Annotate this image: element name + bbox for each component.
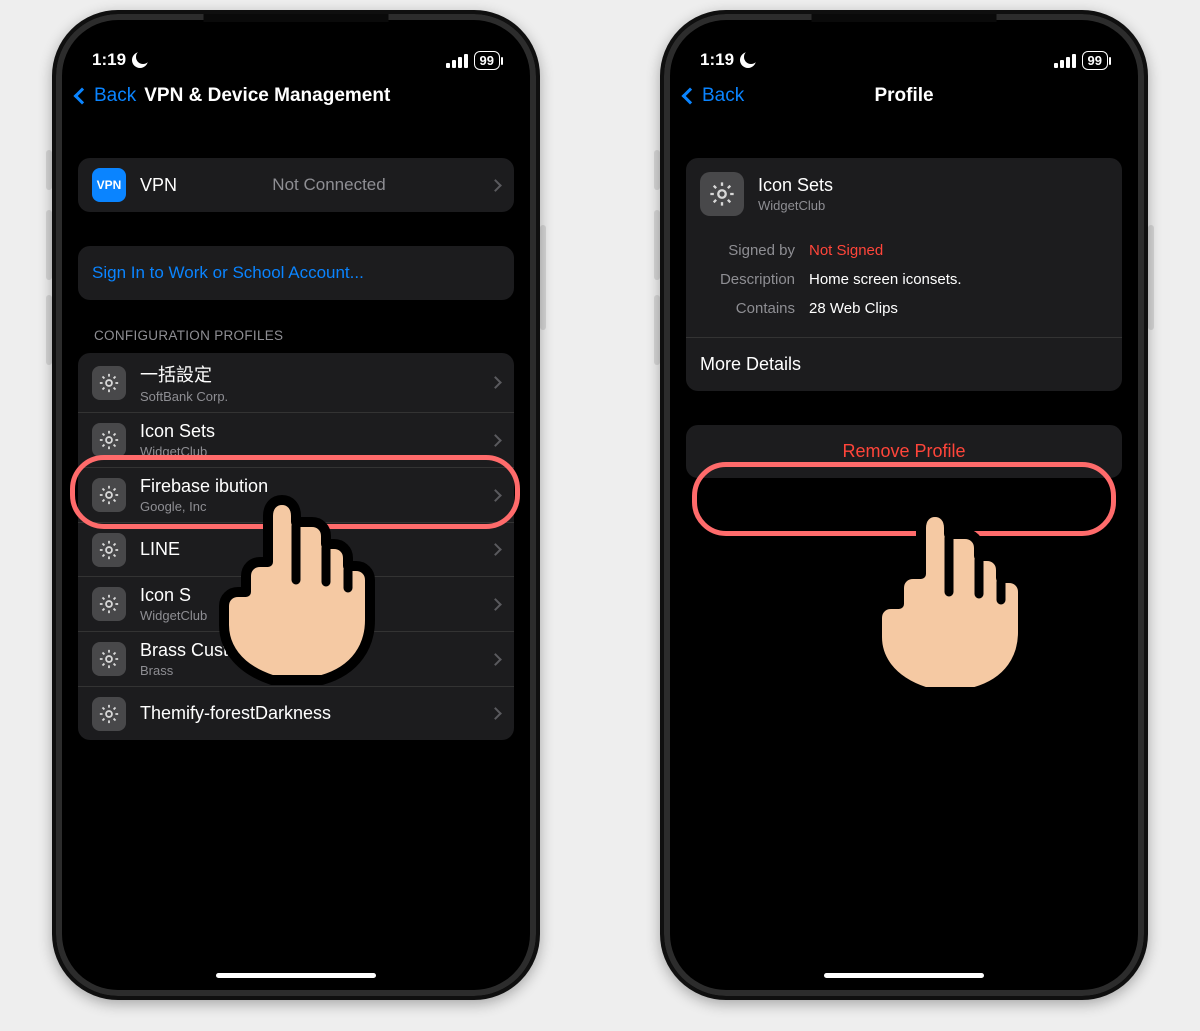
back-button[interactable]: Back — [76, 85, 136, 107]
chevron-right-icon — [489, 653, 502, 666]
more-details-label: More Details — [700, 354, 801, 375]
info-label: Contains — [700, 300, 795, 317]
battery-icon: 99 — [1082, 51, 1108, 70]
vpn-status: Not Connected — [272, 175, 385, 195]
chevron-right-icon — [489, 489, 502, 502]
chevron-left-icon — [682, 88, 699, 105]
profile-sub: Brass — [140, 663, 301, 678]
status-bar: 1:19 99 — [672, 22, 1136, 74]
status-time: 1:19 — [700, 50, 734, 70]
signal-icon — [1054, 54, 1076, 68]
chevron-right-icon — [489, 543, 502, 556]
profile-title: Icon Sets — [140, 421, 215, 442]
profile-title: Brass Custom Icons — [140, 640, 301, 661]
chevron-right-icon — [489, 434, 502, 447]
chevron-left-icon — [74, 88, 91, 105]
remove-profile-label: Remove Profile — [842, 441, 965, 461]
dnd-moon-icon — [132, 52, 148, 68]
phone-right: 1:19 99 Back Profile — [660, 10, 1148, 1000]
back-label: Back — [94, 85, 136, 107]
remove-profile-button[interactable]: Remove Profile — [686, 425, 1122, 478]
profile-row[interactable]: LINE — [78, 522, 514, 576]
profile-title: 一括設定 — [140, 361, 228, 387]
status-bar: 1:19 99 — [64, 22, 528, 74]
gear-icon — [92, 642, 126, 676]
profile-row[interactable]: 一括設定 SoftBank Corp. — [78, 353, 514, 412]
signal-icon — [446, 54, 468, 68]
profile-header: Icon Sets WidgetClub — [686, 158, 1122, 230]
phone-left: 1:19 99 Back VPN & Device Management — [52, 10, 540, 1000]
signin-row[interactable]: Sign In to Work or School Account... — [78, 246, 514, 300]
chevron-right-icon — [489, 179, 502, 192]
profile-row[interactable]: Firebase ibution Google, Inc — [78, 467, 514, 522]
profile-sub: WidgetClub — [758, 198, 833, 213]
profile-sub: Google, Inc — [140, 499, 268, 514]
profile-sub: WidgetClub — [140, 608, 207, 623]
profile-title: Firebase ibution — [140, 476, 268, 497]
info-label: Signed by — [700, 242, 795, 259]
profile-row[interactable]: Themify-forestDarkness — [78, 686, 514, 740]
home-indicator[interactable] — [216, 973, 376, 978]
side-button — [540, 225, 546, 330]
profile-sub: WidgetClub — [140, 444, 215, 459]
nav-bar: Back VPN & Device Management — [64, 74, 528, 124]
info-label: Description — [700, 271, 795, 288]
gear-icon — [92, 366, 126, 400]
status-time: 1:19 — [92, 50, 126, 70]
back-label: Back — [702, 85, 744, 107]
vpn-row[interactable]: VPN VPN Not Connected — [78, 158, 514, 212]
profile-row-iconsets[interactable]: Icon Sets WidgetClub — [78, 412, 514, 467]
profile-sub: SoftBank Corp. — [140, 389, 228, 404]
profile-info: Signed by Not Signed Description Home sc… — [686, 230, 1122, 337]
profile-title: LINE — [140, 539, 180, 560]
chevron-right-icon — [489, 376, 502, 389]
page-title: VPN & Device Management — [144, 85, 390, 107]
battery-icon: 99 — [474, 51, 500, 70]
info-value-contains: 28 Web Clips — [809, 300, 898, 317]
gear-icon — [92, 533, 126, 567]
back-button[interactable]: Back — [684, 85, 744, 107]
profile-row[interactable]: Icon S WidgetClub — [78, 576, 514, 631]
side-button — [1148, 225, 1154, 330]
profile-title: Themify-forestDarkness — [140, 703, 331, 724]
chevron-right-icon — [489, 707, 502, 720]
profile-title: Icon S — [140, 585, 207, 606]
vpn-badge-icon: VPN — [92, 168, 126, 202]
signin-label: Sign In to Work or School Account... — [92, 263, 364, 283]
nav-bar: Back Profile — [672, 74, 1136, 124]
dnd-moon-icon — [740, 52, 756, 68]
profile-row[interactable]: Brass Custom Icons Brass — [78, 631, 514, 686]
gear-icon — [700, 172, 744, 216]
gear-icon — [92, 697, 126, 731]
info-value-signed: Not Signed — [809, 242, 883, 259]
gear-icon — [92, 587, 126, 621]
section-header: CONFIGURATION PROFILES — [78, 300, 514, 353]
chevron-right-icon — [489, 598, 502, 611]
gear-icon — [92, 478, 126, 512]
vpn-label: VPN — [140, 175, 177, 196]
more-details-row[interactable]: More Details — [686, 337, 1122, 391]
home-indicator[interactable] — [824, 973, 984, 978]
gear-icon — [92, 423, 126, 457]
info-value-description: Home screen iconsets. — [809, 271, 962, 288]
profile-title: Icon Sets — [758, 175, 833, 196]
